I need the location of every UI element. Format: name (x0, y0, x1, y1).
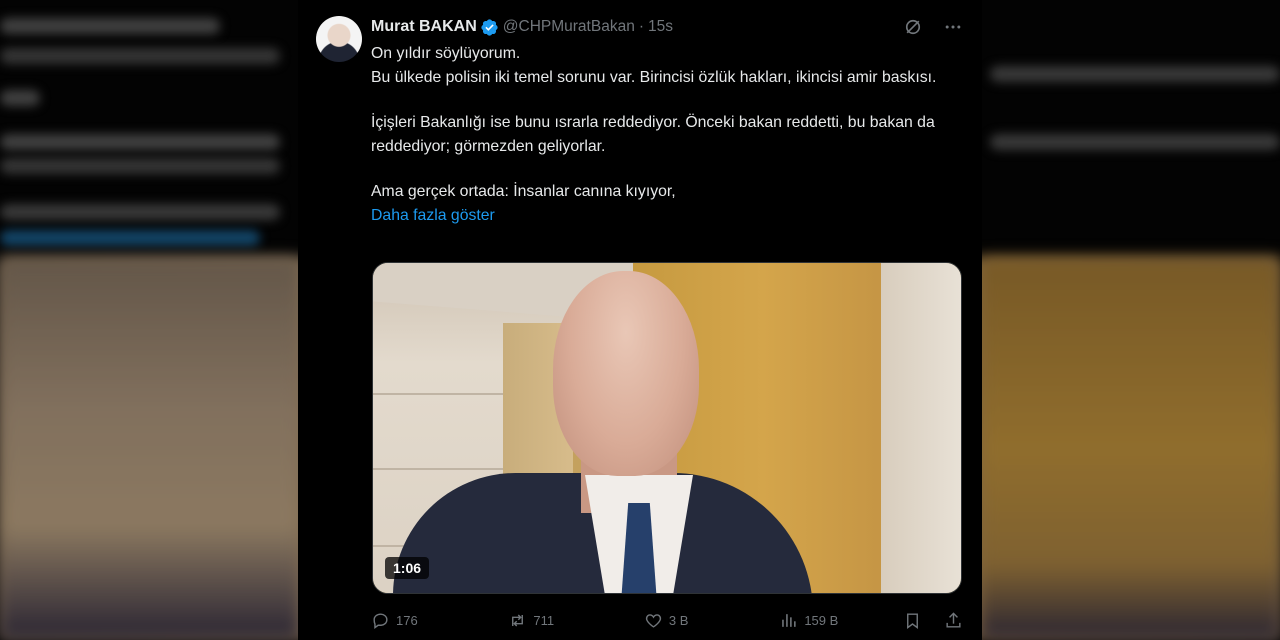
video-player[interactable]: 1:06 (372, 262, 962, 594)
share-icon (946, 611, 961, 628)
video-frame-head (553, 271, 699, 476)
like-icon (645, 613, 661, 628)
author-handle[interactable]: @CHPMuratBakan (503, 18, 635, 36)
tweet-line: İçişleri Bakanlığı ise bunu ısrarla redd… (371, 114, 935, 155)
tweet-card[interactable]: Murat BAKAN @CHPMuratBakan · 15s On yıld… (298, 0, 982, 640)
tweet-text: On yıldır söylüyorum. Bu ülkede polisin … (371, 42, 961, 227)
tweet-line: Ama gerçek ortada: İnsanlar canına kıyıy… (371, 183, 676, 200)
views-button[interactable]: 159 B (779, 611, 903, 630)
timestamp[interactable]: 15s (648, 18, 673, 36)
share-button[interactable] (944, 611, 963, 630)
repost-count: 711 (533, 612, 555, 628)
repost-button[interactable]: 711 (508, 611, 643, 630)
views-count: 159 B (804, 612, 839, 628)
author-name[interactable]: Murat BAKAN (371, 18, 477, 36)
tweet-actions: 176 711 3 B 159 B (371, 608, 963, 632)
video-duration: 1:06 (385, 557, 430, 579)
views-icon (782, 613, 796, 627)
secondary-actions (903, 611, 963, 630)
reply-button[interactable]: 176 (371, 611, 508, 630)
tweet-header: Murat BAKAN @CHPMuratBakan · 15s (371, 16, 964, 38)
repost-icon (512, 613, 524, 627)
bookmark-button[interactable] (903, 611, 922, 630)
show-more-link[interactable]: Daha fazla göster (371, 207, 495, 224)
reply-count: 176 (396, 612, 418, 628)
like-count: 3 B (668, 612, 689, 628)
like-button[interactable]: 3 B (644, 611, 779, 630)
tweet-line: On yıldır söylüyorum. (371, 45, 521, 62)
verified-badge-icon (481, 18, 498, 36)
tweet-line: Bu ülkede polisin iki temel sorunu var. … (371, 68, 937, 86)
grok-icon[interactable] (902, 16, 924, 38)
more-icon[interactable] (942, 16, 964, 38)
avatar[interactable] (316, 16, 362, 62)
reply-icon (373, 612, 388, 629)
video-frame-door (881, 263, 961, 593)
separator-dot: · (638, 18, 644, 35)
bookmark-icon (907, 612, 918, 629)
header-actions (902, 16, 964, 38)
